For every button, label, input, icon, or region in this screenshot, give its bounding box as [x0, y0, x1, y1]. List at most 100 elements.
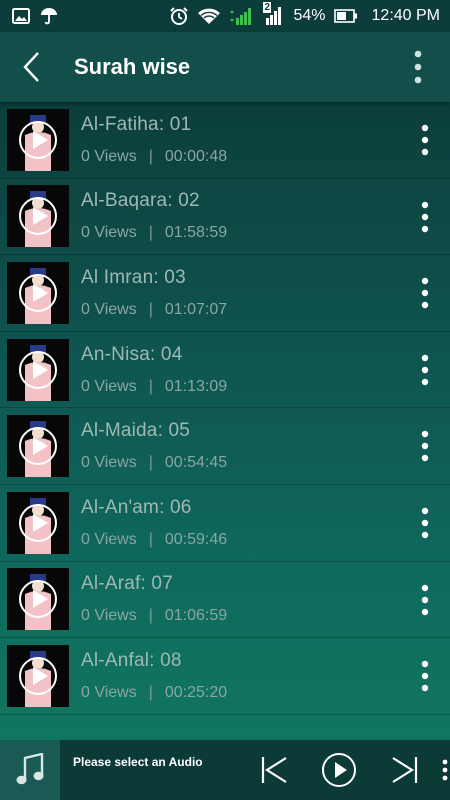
- back-arrow-icon: [23, 52, 39, 82]
- page-title: Surah wise: [74, 54, 191, 79]
- view-count: 0 Views: [81, 147, 137, 165]
- thumbnail: [7, 338, 69, 401]
- separator: |: [148, 224, 153, 242]
- more-vertical-icon: [414, 50, 422, 84]
- separator: |: [148, 300, 153, 318]
- view-count: 0 Views: [81, 377, 137, 395]
- more-vertical-icon: [421, 660, 429, 692]
- skip-previous-icon: [261, 757, 287, 783]
- view-count: 0 Views: [81, 224, 137, 242]
- surah-title: Al-Baqara: 02: [81, 190, 200, 212]
- signal-icon: [229, 6, 255, 26]
- play-circle-icon: [19, 656, 57, 695]
- thumbnail: [7, 185, 69, 248]
- item-menu-button[interactable]: [408, 255, 442, 331]
- duration: 00:54:45: [164, 454, 228, 472]
- duration: 00:25:20: [164, 683, 228, 701]
- sim2-label: 2: [263, 2, 272, 13]
- more-vertical-icon: [421, 201, 429, 232]
- list-item[interactable]: Al-Fatiha: 01 0 Views | 00:00:48: [0, 102, 450, 179]
- surah-title: Al-Fatiha: 01: [81, 113, 192, 135]
- list-item[interactable]: Al-Araf: 07 0 Views | 01:06:59: [0, 562, 450, 639]
- next-button[interactable]: [388, 740, 422, 800]
- item-menu-button[interactable]: [408, 102, 442, 178]
- view-count: 0 Views: [81, 530, 137, 548]
- more-vertical-icon: [421, 584, 429, 615]
- more-vertical-icon: [442, 759, 448, 781]
- thumbnail: [7, 415, 69, 478]
- surah-title: Al-Maida: 05: [81, 420, 191, 442]
- item-menu-button[interactable]: [408, 638, 442, 714]
- status-bar: 2 54% 12:40 PM: [0, 0, 450, 32]
- duration: 01:06:59: [164, 607, 228, 625]
- player-status: Please select an Audio: [73, 755, 203, 769]
- more-vertical-icon: [421, 507, 429, 539]
- player-bar: Please select an Audio: [0, 740, 450, 800]
- thumbnail: [7, 108, 69, 171]
- thumbnail: [7, 491, 69, 554]
- duration: 01:13:09: [164, 377, 228, 395]
- item-menu-button[interactable]: [408, 179, 442, 255]
- play-circle-icon: [19, 120, 57, 159]
- now-playing-art[interactable]: [0, 740, 60, 800]
- previous-button[interactable]: [256, 740, 292, 800]
- play-circle-icon: [19, 503, 57, 542]
- play-circle-icon: [19, 427, 57, 466]
- duration: 01:58:59: [164, 224, 228, 242]
- duration: 00:00:48: [164, 147, 228, 165]
- play-button[interactable]: [318, 740, 360, 800]
- list-item[interactable]: Al-Anfal: 08 0 Views | 00:25:20: [0, 638, 450, 715]
- umbrella-icon: [40, 7, 58, 25]
- surah-title: Al-An'am: 06: [81, 496, 192, 518]
- surah-title: Al-Anfal: 08: [81, 649, 182, 671]
- more-vertical-icon: [421, 431, 429, 462]
- view-count: 0 Views: [81, 300, 137, 318]
- separator: |: [148, 147, 153, 165]
- item-menu-button[interactable]: [408, 332, 442, 408]
- app-bar: Surah wise: [0, 32, 450, 102]
- play-circle-icon: [19, 580, 57, 619]
- surah-list[interactable]: Al-Fatiha: 01 0 Views | 00:00:48 Al-Baqa…: [0, 102, 450, 740]
- list-item[interactable]: Al-Maida: 05 0 Views | 00:54:45: [0, 408, 450, 485]
- separator: |: [148, 607, 153, 625]
- more-vertical-icon: [421, 277, 429, 309]
- signal-2-icon: 2: [263, 2, 285, 26]
- list-item[interactable]: Al-An'am: 06 0 Views | 00:59:46: [0, 485, 450, 562]
- thumbnail: [7, 568, 69, 631]
- play-circle-icon: [19, 197, 57, 236]
- thumbnail: [7, 261, 69, 324]
- more-vertical-icon: [421, 354, 429, 385]
- more-vertical-icon: [421, 124, 429, 156]
- play-circle-icon: [19, 350, 57, 389]
- skip-next-icon: [392, 757, 418, 783]
- play-icon: [322, 753, 356, 787]
- item-menu-button[interactable]: [408, 485, 442, 561]
- item-menu-button[interactable]: [408, 562, 442, 638]
- overflow-menu-button[interactable]: [398, 32, 438, 102]
- image-icon: [12, 8, 30, 24]
- battery-icon: [333, 8, 358, 24]
- clock: 12:40 PM: [371, 7, 440, 24]
- wifi-icon: [197, 7, 221, 25]
- surah-title: Al Imran: 03: [81, 266, 186, 288]
- battery-percent: 54%: [293, 7, 326, 24]
- duration: 00:59:46: [164, 530, 228, 548]
- play-circle-icon: [19, 273, 57, 312]
- separator: |: [148, 683, 153, 701]
- thumbnail: [7, 644, 69, 707]
- view-count: 0 Views: [81, 454, 137, 472]
- separator: |: [148, 454, 153, 472]
- list-item[interactable]: An-Nisa: 04 0 Views | 01:13:09: [0, 332, 450, 409]
- item-menu-button[interactable]: [408, 408, 442, 484]
- separator: |: [148, 377, 153, 395]
- list-item[interactable]: Al-Baqara: 02 0 Views | 01:58:59: [0, 179, 450, 256]
- separator: |: [148, 530, 153, 548]
- back-button[interactable]: [0, 32, 62, 102]
- list-item[interactable]: Al Imran: 03 0 Views | 01:07:07: [0, 255, 450, 332]
- alarm-icon: [169, 6, 189, 26]
- view-count: 0 Views: [81, 683, 137, 701]
- surah-title: An-Nisa: 04: [81, 343, 183, 365]
- duration: 01:07:07: [164, 300, 228, 318]
- view-count: 0 Views: [81, 607, 137, 625]
- player-more-button[interactable]: [440, 740, 450, 800]
